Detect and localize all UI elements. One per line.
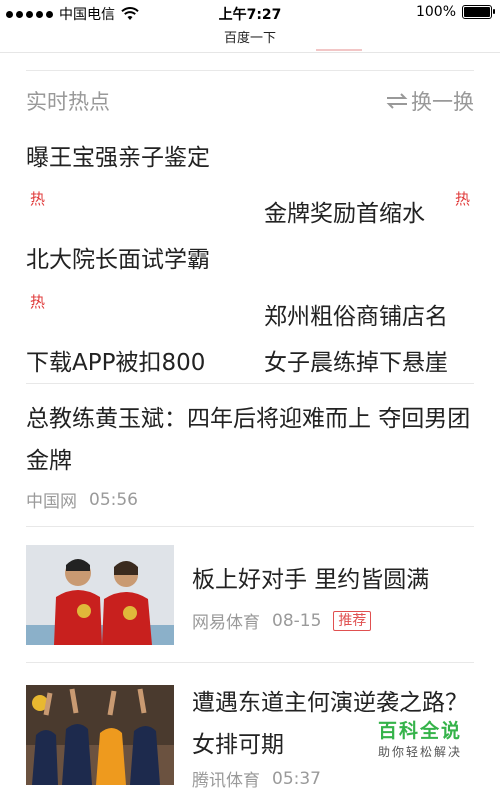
news-time: 05:56 <box>89 489 138 510</box>
hot-badge: 热 <box>455 190 471 208</box>
battery-icon <box>462 5 495 19</box>
refresh-button[interactable]: 换一换 <box>385 86 474 116</box>
news-time: 05:37 <box>272 768 321 789</box>
status-right: 100% <box>415 4 495 20</box>
title-underline <box>316 49 362 51</box>
refresh-icon <box>386 93 408 109</box>
news-title[interactable]: 总教练黄玉斌：四年后将迎难而上 夺回男团金牌 <box>26 398 476 482</box>
hot-item[interactable]: 女子晨练掉下悬崖 <box>264 343 448 377</box>
hot-badge: 热 <box>30 293 46 311</box>
divider <box>26 383 474 384</box>
divider <box>26 70 474 71</box>
hot-item[interactable]: 北大院长面试学霸 <box>26 240 210 274</box>
news-title[interactable]: 板上好对手 里约皆圆满 <box>192 559 482 601</box>
status-bar: 中国电信 上午7:27 100% <box>0 0 500 26</box>
hot-section-header: 实时热点 <box>26 90 110 114</box>
recommend-tag: 推荐 <box>333 610 372 631</box>
news-source: 网易体育 <box>192 613 260 633</box>
news-thumbnail[interactable] <box>26 545 174 645</box>
header-divider <box>0 52 500 53</box>
watermark-title: 百科全说 <box>377 720 462 742</box>
divider <box>26 526 474 527</box>
news-meta: 网易体育 08-15 推荐 <box>192 608 372 633</box>
hot-item[interactable]: 曝王宝强亲子鉴定 <box>26 138 210 172</box>
hot-item[interactable]: 下载APP被扣800 <box>26 343 205 377</box>
news-thumbnail[interactable] <box>26 685 174 785</box>
news-meta: 腾讯体育 05:37 <box>192 766 321 790</box>
hot-item[interactable]: 郑州粗俗商铺店名 <box>264 297 448 331</box>
news-source: 中国网 <box>26 492 77 512</box>
divider <box>26 662 474 663</box>
watermark-subtitle: 助你轻松解决 <box>377 745 462 759</box>
watermark-logo: 百科全说 助你轻松解决 <box>378 716 462 760</box>
battery-label: 100% <box>415 4 456 20</box>
page-title: 百度一下 <box>223 31 276 46</box>
news-source: 腾讯体育 <box>192 771 260 790</box>
news-meta: 中国网 05:56 <box>26 487 138 513</box>
refresh-label: 换一换 <box>411 90 474 114</box>
news-time: 08-15 <box>272 610 322 631</box>
hot-item[interactable]: 金牌奖励首缩水 <box>264 194 425 228</box>
hot-badge: 热 <box>30 190 46 208</box>
